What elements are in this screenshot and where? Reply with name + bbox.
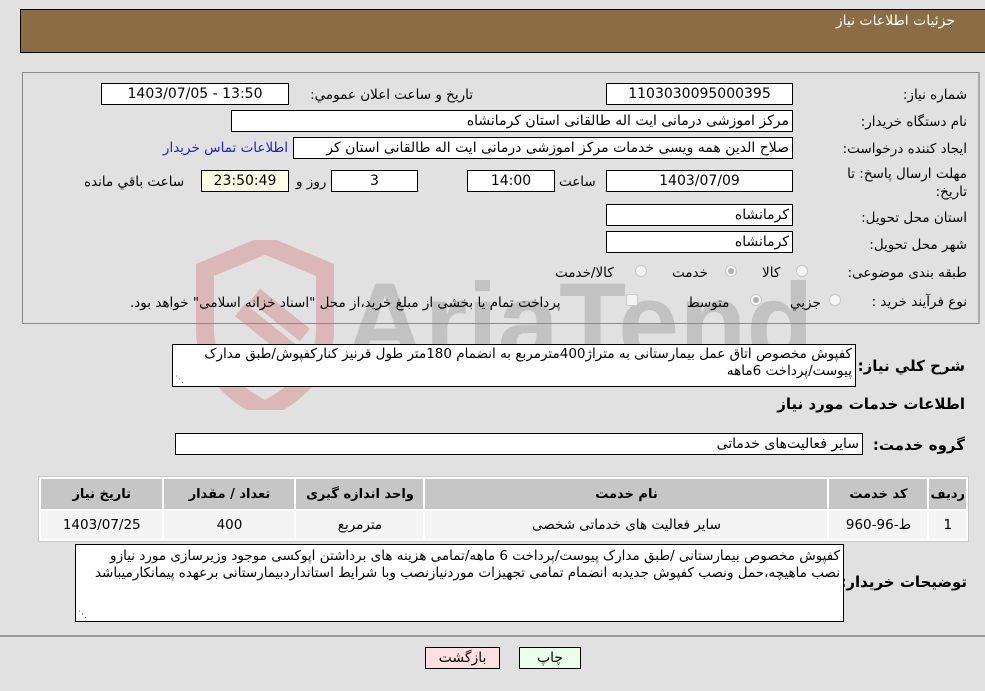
buyer-notes-text: کفپوش مخصوص بیمارستانی /طبق مدارک پیوست/… (94, 548, 840, 581)
table-header-row: ردیف کد خدمت نام خدمت واحد اندازه گیری ت… (41, 479, 966, 509)
description-label: شرح کلي نیاز: (857, 357, 965, 375)
need-number-label: شماره نیاز: (902, 87, 967, 103)
buyer-org-field: مرکز اموزشی درمانی ایت اله طالقانی استان… (231, 110, 793, 132)
deadline-label: مهلت ارسال پاسخ: تا تاریخ: (847, 166, 967, 200)
delivery-province-field: کرمانشاه (606, 204, 793, 226)
delivery-city-field: کرمانشاه (606, 231, 793, 253)
category-radio-service[interactable] (725, 265, 737, 277)
purchase-process-label: نوع فرآیند خرید : (871, 294, 967, 310)
service-group-label: گروه خدمت: (872, 436, 965, 454)
deadline-days-field: 3 (331, 170, 418, 192)
back-button[interactable]: بازگشت (425, 647, 500, 669)
col-header-service-code: کد خدمت (829, 479, 928, 509)
col-header-row-number: ردیف (929, 479, 966, 509)
remaining-label: ساعت باقي مانده (84, 174, 185, 190)
resize-grip-icon[interactable]: ⋰ (175, 376, 184, 385)
print-button[interactable]: چاپ (519, 647, 581, 669)
cell-service-name: سایر فعالیت های خدماتی شخصی (425, 511, 828, 539)
col-header-unit: واحد اندازه گیری (296, 479, 424, 509)
process-radio-medium[interactable] (750, 294, 762, 306)
requester-field: صلاح الدین همه ویسی خدمات مرکز اموزشی در… (293, 137, 793, 159)
category-option-goods-service: کالا/خدمت (555, 265, 614, 281)
requester-label: ایجاد کننده درخواست: (842, 141, 967, 157)
service-group-field: سایر فعالیت‌های خدماتی (175, 433, 863, 455)
treasury-checkbox[interactable] (626, 294, 638, 306)
footer-divider (0, 635, 985, 637)
services-section-title: اطلاعات خدمات مورد نیاز (777, 395, 965, 413)
col-header-need-date: تاریخ نیاز (41, 479, 163, 509)
deadline-time-label: ساعت (559, 174, 596, 190)
services-table: ردیف کد خدمت نام خدمت واحد اندازه گیری ت… (38, 476, 969, 542)
cell-quantity: 400 (164, 511, 295, 539)
process-radio-minor[interactable] (829, 294, 841, 306)
delivery-city-label: شهر محل تحویل: (869, 237, 967, 253)
announce-datetime-label: تاریخ و ساعت اعلان عمومي: (310, 87, 473, 103)
resize-grip-icon[interactable]: ⋰ (78, 611, 87, 620)
page-title: جزئیات اطلاعات نیاز (835, 13, 955, 29)
delivery-province-label: استان محل تحویل: (861, 210, 967, 226)
cell-service-code: ط-96-960 (829, 511, 928, 539)
table-row: 1 ط-96-960 سایر فعالیت های خدماتی شخصی م… (41, 511, 966, 539)
remaining-time-field: 23:50:49 (201, 170, 289, 192)
process-option-medium: متوسط (687, 295, 730, 311)
description-text: کفپوش مخصوص اتاق عمل بیمارستانی به متراژ… (204, 346, 852, 379)
days-label: روز و (296, 174, 327, 190)
cell-unit: مترمربع (296, 511, 424, 539)
buyer-notes-label: توضیحات خریدار: (840, 573, 967, 591)
category-radio-goods-service[interactable] (635, 265, 647, 277)
buyer-notes-textarea[interactable]: کفپوش مخصوص بیمارستانی /طبق مدارک پیوست/… (75, 544, 844, 622)
buyer-org-label: نام دستگاه خریدار: (860, 114, 967, 130)
process-option-minor: جزيي (790, 295, 821, 311)
description-textarea[interactable]: کفپوش مخصوص اتاق عمل بیمارستانی به متراژ… (172, 344, 856, 387)
treasury-checkbox-label: پرداخت تمام یا بخشی از مبلغ خرید،از محل … (130, 295, 561, 311)
buyer-contact-link[interactable]: اطلاعات تماس خریدار (163, 140, 288, 156)
category-label: طبقه بندی موضوعی: (847, 265, 967, 281)
announce-datetime-field: 1403/07/05 - 13:50 (101, 83, 289, 105)
deadline-time-field: 14:00 (467, 170, 555, 192)
deadline-date-field: 1403/07/09 (606, 170, 793, 192)
category-option-service: خدمت (672, 265, 708, 281)
category-option-goods: کالا (762, 265, 781, 281)
category-radio-goods[interactable] (796, 265, 808, 277)
col-header-quantity: تعداد / مقدار (164, 479, 295, 509)
need-number-field: 1103030095000395 (606, 83, 793, 105)
col-header-service-name: نام خدمت (425, 479, 828, 509)
cell-row-number: 1 (929, 511, 966, 539)
cell-need-date: 1403/07/25 (41, 511, 163, 539)
